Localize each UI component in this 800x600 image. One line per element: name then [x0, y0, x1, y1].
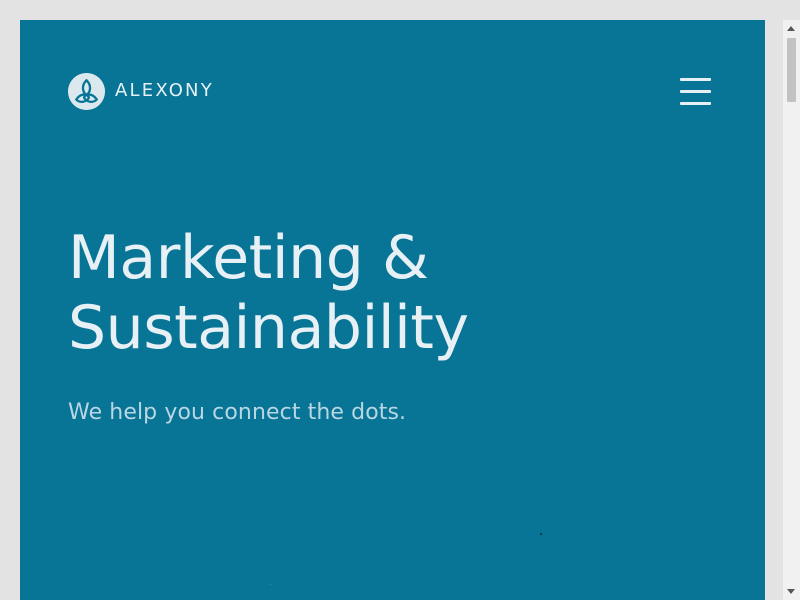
brand-logo-link[interactable]: ALEXONY	[68, 72, 214, 110]
menu-line-top	[680, 77, 711, 81]
hero-headline-line-1: Marketing &	[68, 223, 429, 293]
hero-headline-line-2: Sustainability	[68, 293, 469, 363]
menu-line-middle	[680, 89, 711, 93]
vertical-scrollbar[interactable]	[783, 20, 800, 600]
scroll-down-icon[interactable]	[787, 589, 795, 594]
decorative-dot	[540, 533, 542, 535]
decorative-dot	[270, 584, 271, 585]
brand-name: ALEXONY	[115, 80, 214, 101]
scroll-up-icon[interactable]	[787, 26, 795, 31]
menu-line-bottom	[680, 101, 711, 105]
browser-page: ALEXONY Marketing & Sustainability We he…	[0, 0, 800, 600]
hamburger-menu-icon[interactable]	[680, 76, 711, 106]
hero-headline: Marketing & Sustainability	[68, 223, 469, 363]
scrollbar-thumb[interactable]	[787, 38, 796, 102]
hero-tagline: We help you connect the dots.	[68, 400, 407, 425]
hero-section: ALEXONY Marketing & Sustainability We he…	[20, 20, 765, 600]
trinity-knot-icon	[68, 72, 105, 110]
